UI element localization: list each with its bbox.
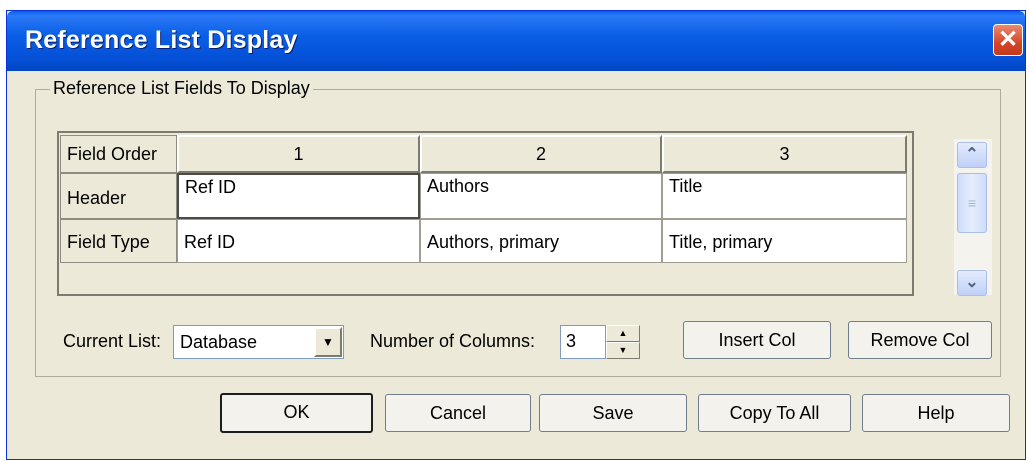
spin-up-button[interactable]: ▲ [606, 325, 640, 342]
window-title: Reference List Display [25, 26, 298, 54]
groupbox-label: Reference List Fields To Display [50, 78, 313, 99]
title-bar[interactable]: Reference List Display ✕ [7, 11, 1025, 71]
help-button[interactable]: Help [862, 394, 1010, 432]
header-cell-authors[interactable]: Authors [420, 173, 662, 219]
header-cell-ref-id[interactable]: Ref ID [177, 173, 420, 219]
number-of-columns-input[interactable]: 3 [560, 325, 606, 359]
field-type-cell-title[interactable]: Title, primary [662, 219, 907, 263]
save-button[interactable]: Save [539, 394, 687, 432]
chevron-down-icon: ⌄ [965, 274, 979, 291]
current-list-label: Current List: [63, 331, 162, 351]
insert-col-button[interactable]: Insert Col [683, 321, 831, 359]
column-header-2[interactable]: 2 [420, 135, 662, 173]
vertical-scrollbar[interactable]: ⌃ ≡ ⌄ [954, 139, 992, 296]
row-header-field-order: Field Order [60, 135, 177, 173]
field-type-cell-ref-id[interactable]: Ref ID [177, 219, 420, 263]
spin-down-icon: ▼ [618, 345, 628, 355]
spin-down-button[interactable]: ▼ [606, 342, 640, 359]
remove-col-button[interactable]: Remove Col [848, 321, 992, 359]
dropdown-arrow-icon[interactable]: ▼ [314, 327, 342, 357]
close-icon: ✕ [997, 26, 1019, 53]
current-list-dropdown[interactable]: Database ▼ [173, 325, 344, 359]
number-of-columns-label: Number of Columns: [370, 331, 536, 351]
row-header-header: Header [60, 173, 177, 219]
header-cell-title[interactable]: Title [662, 173, 907, 219]
column-header-3[interactable]: 3 [662, 135, 907, 173]
copy-to-all-button[interactable]: Copy To All [698, 394, 851, 432]
scroll-down-button[interactable]: ⌄ [957, 270, 987, 296]
close-button[interactable]: ✕ [993, 24, 1023, 56]
ok-button[interactable]: OK [220, 393, 373, 433]
chevron-up-icon: ⌃ [965, 146, 979, 163]
scroll-up-button[interactable]: ⌃ [957, 142, 987, 168]
cancel-button[interactable]: Cancel [385, 394, 531, 432]
grip-icon: ≡ [967, 195, 977, 211]
row-header-field-type: Field Type [60, 219, 177, 263]
spin-up-icon: ▲ [618, 328, 628, 338]
field-type-cell-authors[interactable]: Authors, primary [420, 219, 662, 263]
current-list-value: Database [180, 332, 258, 352]
column-header-1[interactable]: 1 [177, 135, 420, 173]
scroll-thumb[interactable]: ≡ [957, 173, 987, 233]
